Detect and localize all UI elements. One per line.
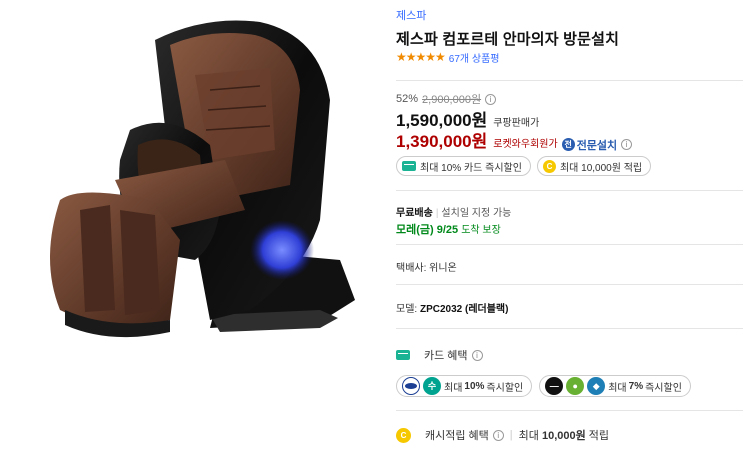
- card-discount-chip[interactable]: 최대 10% 카드 즉시할인: [396, 156, 531, 176]
- pill-suffix: 즉시할인: [486, 382, 524, 394]
- teal-card-icon: ◆: [587, 377, 606, 395]
- benefit-chips: 최대 10% 카드 즉시할인 C 최대 10,000원 적립: [396, 156, 652, 176]
- cash-amount: 10,000원: [541, 430, 586, 442]
- card-icon: [396, 350, 410, 360]
- divider: [396, 284, 743, 285]
- pill-suffix: 즉시할인: [645, 382, 682, 394]
- massage-chair-image[interactable]: [20, 10, 365, 355]
- hana-card-icon: 수: [423, 377, 441, 395]
- cash-suffix: 적립: [588, 430, 610, 442]
- coin-icon: C: [396, 427, 411, 443]
- model-value: ZPC2032 (레더블랙): [419, 304, 509, 315]
- product-image-area: [0, 0, 385, 457]
- review-count-link[interactable]: 67개 상품평: [449, 50, 500, 65]
- install-icon: 전: [561, 138, 575, 151]
- info-icon[interactable]: i: [485, 93, 497, 105]
- divider: [396, 190, 743, 191]
- divider: [396, 244, 743, 245]
- shipping-row: 무료배송 | 설치일 지정 가능: [396, 208, 512, 219]
- model-label: 모델:: [396, 304, 418, 315]
- green-card-icon: ●: [566, 377, 585, 395]
- black-card-icon: —: [545, 377, 564, 395]
- pill-prefix: 최대: [444, 382, 463, 394]
- cash-reward-chip[interactable]: C 최대 10,000원 적립: [536, 156, 652, 176]
- rocket-price-label: 로켓와우회원가: [493, 139, 558, 150]
- divider: [396, 328, 743, 329]
- brand-link[interactable]: 제스파: [396, 7, 426, 23]
- card-pill[interactable]: 수 최대 10% 즉시할인: [396, 375, 533, 397]
- install-badge: 전 전문설치: [561, 137, 618, 153]
- rocket-price: 1,390,000원: [396, 132, 488, 151]
- pill-rate: 7%: [628, 380, 644, 392]
- rocket-price-row: 1,390,000원 로켓와우회원가 전 전문설치 i: [396, 127, 633, 153]
- coin-icon: C: [542, 159, 556, 173]
- discount-rate: 52%: [396, 93, 419, 105]
- info-icon[interactable]: i: [492, 429, 504, 441]
- chip-label: 최대 10,000원 적립: [559, 162, 643, 174]
- discount-row: 52% 2,900,000원 i: [396, 91, 497, 107]
- samsung-card-icon: [402, 377, 420, 395]
- card-icon: [402, 161, 416, 171]
- chip-label: 최대 10% 카드 즉시할인: [420, 162, 522, 174]
- info-icon[interactable]: i: [621, 139, 633, 150]
- pill-prefix: 최대: [608, 382, 627, 394]
- arrival-day: 모레(금) 9/25: [396, 224, 459, 236]
- model-info: 모델: ZPC2032 (레더블랙): [396, 300, 508, 315]
- arrival-guarantee: 도착 보장: [461, 225, 501, 236]
- install-badge-label: 전문설치: [576, 139, 618, 152]
- card-benefit-title: 카드 혜택 i: [396, 347, 483, 363]
- seller-info: 택배사: 위니온: [396, 263, 457, 274]
- info-icon[interactable]: i: [471, 349, 483, 361]
- rating-row[interactable]: ★★★★★ 67개 상품평: [396, 50, 500, 65]
- cash-benefit-row: C 캐시적립 혜택 i | 최대 10,000원 적립: [396, 427, 609, 443]
- pill-rate: 10%: [464, 380, 485, 392]
- card-benefit-pills: 수 최대 10% 즉시할인 — ● ◆ 최대 7% 즉시할인: [396, 375, 691, 397]
- product-title: 제스파 컴포르테 안마의자 방문설치: [396, 31, 620, 48]
- card-benefit-label: 카드 혜택: [424, 350, 468, 362]
- divider: [396, 410, 743, 411]
- cash-benefit-title: 캐시적립 혜택: [425, 430, 489, 442]
- install-date-label: 설치일 지정 가능: [441, 208, 512, 219]
- cash-prefix: 최대: [518, 430, 539, 442]
- original-price: 2,900,000원: [422, 94, 482, 106]
- arrival-date: 모레(금) 9/25 도착 보장: [396, 221, 501, 237]
- divider: [396, 80, 743, 81]
- free-shipping-label: 무료배송: [396, 208, 433, 219]
- star-rating-icon: ★★★★★: [396, 50, 446, 64]
- card-pill[interactable]: — ● ◆ 최대 7% 즉시할인: [539, 375, 691, 397]
